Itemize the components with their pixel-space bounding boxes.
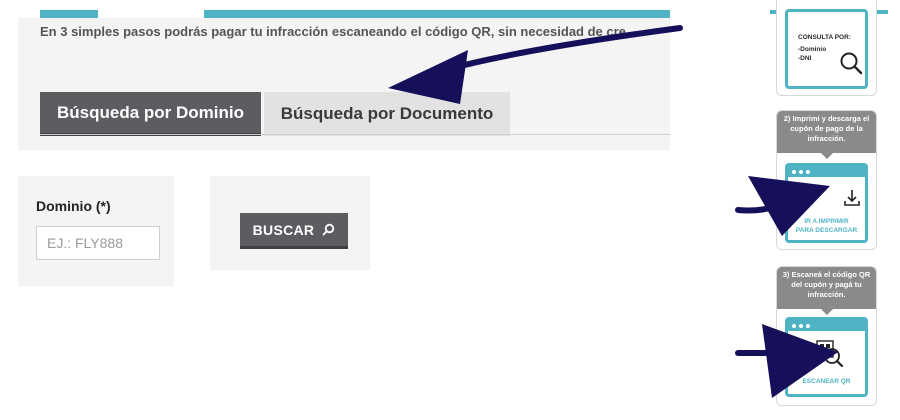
buscar-button[interactable]: BUSCAR: [240, 213, 348, 249]
step3-card: 3) Escaneá el código QR del cupón y pagá…: [776, 266, 877, 406]
step3-cta: ESCANEAR QR: [802, 378, 851, 385]
step3-screen: ESCANEAR QR: [785, 317, 868, 397]
tab-busqueda-documento[interactable]: Búsqueda por Documento: [264, 92, 510, 136]
step2-screen: IR A IMPRIMIR PARA DESCARGAR: [785, 163, 868, 243]
step3-screen-topbar: [788, 320, 865, 331]
step1-line2: -DNI: [798, 55, 812, 62]
step2-cta-line1: IR A IMPRIMIR: [804, 218, 849, 225]
step2-card: 2) Imprimí y descarga el cupón de pago d…: [776, 110, 877, 250]
dominio-input[interactable]: [36, 226, 160, 260]
step2-cta-line2: PARA DESCARGAR: [795, 227, 858, 234]
step2-screen-topbar: [788, 166, 865, 177]
top-accent-bar-left: [40, 10, 98, 18]
intro-text: En 3 simples pasos podrás pagar tu infra…: [40, 24, 626, 39]
step2-header: 2) Imprimí y descarga el cupón de pago d…: [777, 111, 876, 159]
dominio-field-label: Dominio (*): [36, 198, 111, 214]
magnifier-icon: [840, 52, 863, 75]
top-accent-bar-right: [204, 10, 670, 18]
printer-icon: [793, 189, 811, 207]
step1-title: CONSULTA POR:: [798, 34, 851, 41]
step1-screen: CONSULTA POR: -Dominio -DNI: [785, 9, 868, 89]
qr-scan-icon: [816, 340, 844, 368]
step1-card: CONSULTA POR: -Dominio -DNI: [776, 0, 877, 96]
search-icon: [322, 223, 335, 236]
step1-line1: -Dominio: [798, 46, 827, 53]
step3-header: 3) Escaneá el código QR del cupón y pagá…: [777, 267, 876, 315]
download-icon: [844, 190, 860, 206]
buscar-button-label: BUSCAR: [252, 221, 315, 238]
tab-busqueda-dominio[interactable]: Búsqueda por Dominio: [40, 92, 261, 136]
tab-divider: [40, 134, 670, 135]
